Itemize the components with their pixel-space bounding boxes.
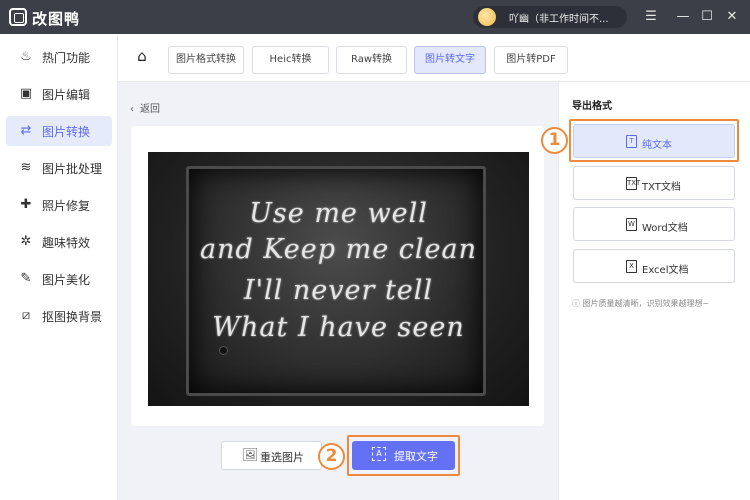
- app-logo-icon: [9, 8, 27, 26]
- title-bar: 改图鸭 吖幽（非工作时间不... ☰ — ☐ ✕: [0, 0, 750, 34]
- image-icon: 🖼: [242, 448, 259, 463]
- tab-raw-convert[interactable]: Raw转换: [336, 46, 407, 74]
- home-icon[interactable]: ⌂: [132, 47, 152, 67]
- sidebar-item-label: 趣味特效: [42, 236, 91, 250]
- image-preview: Use me well and Keep me clean I'll never…: [148, 152, 529, 406]
- close-button[interactable]: ✕: [723, 8, 741, 26]
- image-text-line: Use me well: [249, 198, 428, 229]
- back-link[interactable]: ‹ 返回: [130, 100, 160, 115]
- reselect-image-button[interactable]: 🖼 重选图片: [221, 441, 322, 470]
- tab-bar: ⌂ 图片格式转换 Heic转换 Raw转换 图片转文字 图片转PDF: [118, 34, 750, 82]
- door-knob: [219, 346, 228, 355]
- minimize-button[interactable]: —: [674, 8, 692, 26]
- convert-icon: ⇄: [20, 123, 32, 138]
- text-scan-icon: A: [372, 447, 386, 461]
- sidebar-item-label: 图片编辑: [42, 88, 91, 102]
- sidebar-item-label: 照片修复: [42, 199, 91, 213]
- format-label: Word文档: [642, 223, 688, 234]
- chevron-left-icon: ‹: [130, 104, 134, 115]
- export-title: 导出格式: [572, 101, 612, 112]
- app-title: 改图鸭: [32, 10, 81, 28]
- sidebar-item-batch[interactable]: ≋ 图片批处理: [6, 153, 112, 183]
- quality-hint: ⓘ 图片质量越清晰，识别效果越理想~: [572, 299, 710, 308]
- image-edit-icon: ▣: [19, 86, 33, 101]
- batch-icon: ≋: [20, 160, 32, 175]
- extract-label: 提取文字: [394, 450, 438, 463]
- sparkle-icon: ✲: [20, 234, 32, 249]
- sidebar-item-cutout[interactable]: ⧄ 抠图换背景: [6, 301, 112, 331]
- step-1-marker: 1: [541, 127, 568, 154]
- sidebar-item-image-edit[interactable]: ▣ 图片编辑: [6, 79, 112, 109]
- format-plain-text[interactable]: T 纯文本: [573, 124, 735, 158]
- format-excel[interactable]: X Excel文档: [573, 249, 735, 283]
- tab-image-to-text[interactable]: 图片转文字: [414, 46, 486, 74]
- text-file-icon: T: [626, 135, 637, 148]
- menu-icon[interactable]: ☰: [642, 8, 660, 26]
- tab-image-format-convert[interactable]: 图片格式转换: [168, 46, 244, 74]
- image-text-line: I'll never tell: [243, 275, 434, 306]
- tab-heic-convert[interactable]: Heic转换: [252, 46, 329, 74]
- sidebar-item-label: 热门功能: [42, 51, 91, 65]
- format-label: TXT文档: [642, 182, 681, 193]
- tab-image-to-pdf[interactable]: 图片转PDF: [494, 46, 568, 74]
- back-label: 返回: [140, 104, 160, 115]
- reselect-label: 重选图片: [260, 451, 304, 464]
- avatar[interactable]: [478, 8, 496, 26]
- extract-text-button[interactable]: A 提取文字: [352, 441, 455, 470]
- sidebar-item-fun-effects[interactable]: ✲ 趣味特效: [6, 227, 112, 257]
- cutout-icon: ⧄: [21, 308, 31, 323]
- user-account[interactable]: 吖幽（非工作时间不...: [473, 6, 627, 28]
- maximize-button[interactable]: ☐: [698, 8, 716, 26]
- format-label: 纯文本: [642, 140, 672, 151]
- beautify-icon: ✎: [20, 271, 32, 286]
- sidebar-item-image-convert[interactable]: ⇄ 图片转换: [6, 116, 112, 146]
- user-name: 吖幽（非工作时间不...: [509, 14, 609, 25]
- sidebar-item-beautify[interactable]: ✎ 图片美化: [6, 264, 112, 294]
- sidebar-item-hot[interactable]: ♨ 热门功能: [6, 42, 112, 72]
- sidebar-item-label: 图片批处理: [42, 162, 103, 176]
- image-text-line: What I have seen: [212, 312, 465, 343]
- format-label: Excel文档: [642, 265, 689, 276]
- format-txt[interactable]: TXT TXT文档: [573, 166, 735, 200]
- flame-icon: ♨: [20, 49, 32, 64]
- sidebar-item-label: 图片美化: [42, 273, 91, 287]
- sidebar-item-label: 抠图换背景: [42, 310, 103, 324]
- word-file-icon: W: [626, 218, 637, 231]
- sidebar-item-photo-repair[interactable]: ✚ 照片修复: [6, 190, 112, 220]
- image-text-line: and Keep me clean: [199, 234, 477, 265]
- photo-repair-icon: ✚: [20, 197, 32, 212]
- sidebar: ♨ 热门功能 ▣ 图片编辑 ⇄ 图片转换 ≋ 图片批处理 ✚ 照片修复 ✲ 趣味…: [0, 34, 118, 500]
- sidebar-item-label: 图片转换: [42, 125, 91, 139]
- txt-file-icon: TXT: [626, 177, 640, 190]
- format-word[interactable]: W Word文档: [573, 207, 735, 241]
- excel-file-icon: X: [626, 260, 637, 273]
- step-2-marker: 2: [318, 443, 345, 470]
